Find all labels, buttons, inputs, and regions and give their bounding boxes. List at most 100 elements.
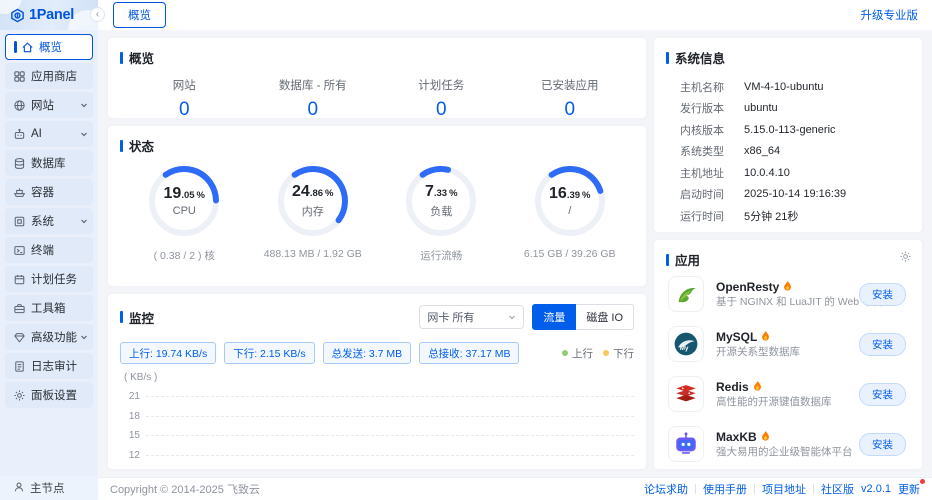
info-row-boot-time: 启动时间2025-10-14 19:16:39 — [666, 184, 910, 206]
update-link[interactable]: 更新 — [898, 481, 920, 497]
install-button-mysql[interactable]: 安装 — [859, 333, 906, 356]
stat-websites: 网站0 — [120, 77, 249, 121]
disk-io-tab[interactable]: 磁盘 IO — [576, 304, 634, 330]
sidebar-item-database[interactable]: 数据库 — [5, 150, 93, 176]
project-link[interactable]: 项目地址 — [762, 481, 806, 497]
sidebar-item-label: 终端 — [31, 242, 54, 258]
hot-flame-icon — [761, 331, 770, 342]
gauge-load: 7.33%负载 运行流畅 — [377, 163, 506, 263]
system-icon — [13, 215, 26, 228]
install-button-openresty[interactable]: 安装 — [859, 283, 906, 306]
sidebar-item-label: 概览 — [39, 39, 62, 55]
overview-stats: 网站0 数据库 - 所有0 计划任务0 已安装应用0 — [120, 77, 634, 121]
redis-logo — [668, 376, 704, 412]
manual-link[interactable]: 使用手册 — [703, 481, 747, 497]
apps-settings-gear-icon[interactable] — [899, 250, 912, 263]
terminal-icon — [13, 244, 26, 257]
sidebar-item-website[interactable]: 网站 — [5, 92, 93, 118]
sidebar-collapse-button[interactable]: ‹ — [90, 7, 105, 22]
info-row-hostname: 主机名称VM-4-10-ubuntu — [666, 76, 910, 98]
upstream-rate-tag: 上行: 19.74 KB/s — [120, 342, 216, 364]
load-dial: 7.33%负载 — [403, 163, 479, 239]
mysql-logo: My — [668, 326, 704, 362]
disk-dial: 16.39%/ — [532, 163, 608, 239]
info-row-uptime: 运行时间5分钟 21秒 — [666, 205, 910, 227]
logo[interactable]: 1Panel — [0, 0, 98, 30]
edition-link[interactable]: 社区版 — [821, 481, 854, 497]
chevron-down-icon — [80, 130, 88, 138]
system-info-title: 系统信息 — [666, 48, 910, 67]
tab-overview[interactable]: 概览 — [113, 2, 166, 28]
app-name: MaxKB — [716, 430, 757, 444]
left-column: 概览 网站0 数据库 - 所有0 计划任务0 已安装应用0 状态 — [108, 38, 646, 469]
maxkb-logo — [668, 426, 704, 462]
title-accent-bar — [120, 52, 123, 64]
title-accent-bar — [120, 311, 123, 323]
sidebar-item-settings[interactable]: 面板设置 — [5, 382, 93, 408]
total-sent-tag: 总发送: 3.7 MB — [323, 342, 412, 364]
sidebar-item-label: AI — [31, 128, 42, 140]
y-tick: 12 — [124, 450, 146, 461]
monitor-title: 监控 — [120, 308, 154, 327]
monitor-mode-switch: 流量 磁盘 IO — [532, 304, 634, 330]
forum-help-link[interactable]: 论坛求助 — [644, 481, 688, 497]
sidebar-item-appstore[interactable]: 应用商店 — [5, 63, 93, 89]
stat-value[interactable]: 0 — [120, 99, 249, 121]
traffic-chart: ( KB/s ) 21 18 15 12 9 — [120, 372, 634, 469]
sidebar-item-label: 高级功能 — [31, 329, 77, 345]
app-name: Redis — [716, 380, 749, 394]
sidebar-item-label: 容器 — [31, 184, 54, 200]
node-selector[interactable]: 主节点 — [0, 476, 98, 500]
sidebar-item-terminal[interactable]: 终端 — [5, 237, 93, 263]
upgrade-pro-link[interactable]: 升级专业版 — [861, 7, 919, 23]
sidebar-item-system[interactable]: 系统 — [5, 208, 93, 234]
apps-card: 应用 OpenResty 基于 NGINX 和 LuaJIT 的 Web 平台 … — [654, 240, 922, 469]
memory-dial: 24.86%内存 — [275, 163, 351, 239]
sidebar-item-container[interactable]: 容器 — [5, 179, 93, 205]
title-accent-bar — [120, 140, 123, 152]
app-name: MySQL — [716, 330, 757, 344]
chart-legend: 上行 下行 — [562, 346, 634, 361]
stat-value[interactable]: 0 — [506, 99, 635, 121]
sidebar-item-advanced[interactable]: 高级功能 — [5, 324, 93, 350]
info-row-arch: 系统类型x86_64 — [666, 141, 910, 163]
settings-gear-icon — [13, 389, 26, 402]
toolbox-icon — [13, 302, 26, 315]
install-button-maxkb[interactable]: 安装 — [859, 433, 906, 456]
apps-title: 应用 — [666, 250, 910, 269]
stat-value[interactable]: 0 — [377, 99, 506, 121]
sidebar-item-overview[interactable]: 概览 — [5, 34, 93, 60]
nic-select[interactable]: 网卡 所有 — [419, 305, 524, 329]
traffic-tab[interactable]: 流量 — [532, 304, 576, 330]
app-row-redis: Redis 高性能的开源键值数据库 安装 — [666, 369, 910, 419]
chart-unit-label: ( KB/s ) — [124, 372, 634, 383]
sidebar-item-logs[interactable]: 日志审计 — [5, 353, 93, 379]
status-gauges: 19.05%CPU ( 0.38 / 2 ) 核 24.86%内存 488.13… — [120, 163, 634, 263]
sidebar-item-label: 计划任务 — [31, 271, 77, 287]
hot-flame-icon — [761, 431, 770, 442]
cpu-dial: 19.05%CPU — [146, 163, 222, 239]
chevron-down-icon — [508, 313, 516, 321]
sidebar-item-label: 数据库 — [31, 155, 66, 171]
sidebar-item-label: 网站 — [31, 97, 54, 113]
sidebar-item-label: 系统 — [31, 213, 54, 229]
install-button-redis[interactable]: 安装 — [859, 383, 906, 406]
disk-detail: 6.15 GB / 39.26 GB — [524, 248, 616, 260]
sidebar-item-cronjob[interactable]: 计划任务 — [5, 266, 93, 292]
stat-value[interactable]: 0 — [249, 99, 378, 121]
sidebar: 1Panel 概览 应用商店 网站 AI — [0, 0, 98, 500]
home-icon — [21, 41, 34, 54]
sidebar-item-toolbox[interactable]: 工具箱 — [5, 295, 93, 321]
sidebar-menu: 概览 应用商店 网站 AI 数据库 容器 — [0, 30, 98, 476]
chevron-down-icon — [80, 217, 88, 225]
1panel-dashboard: ‹ 1Panel 概览 应用商店 网站 — [0, 0, 932, 500]
info-row-ip: 主机地址10.0.4.10 — [666, 162, 910, 184]
legend-down[interactable]: 下行 — [603, 346, 634, 361]
legend-up-dot — [562, 350, 568, 356]
sidebar-item-ai[interactable]: AI — [5, 121, 93, 147]
monitor-card: 监控 网卡 所有 流量 磁盘 IO — [108, 294, 646, 469]
app-name: OpenResty — [716, 280, 779, 294]
app-description: 基于 NGINX 和 LuaJIT 的 Web 平台 — [716, 296, 883, 308]
hot-flame-icon — [753, 381, 762, 392]
legend-up[interactable]: 上行 — [562, 346, 593, 361]
